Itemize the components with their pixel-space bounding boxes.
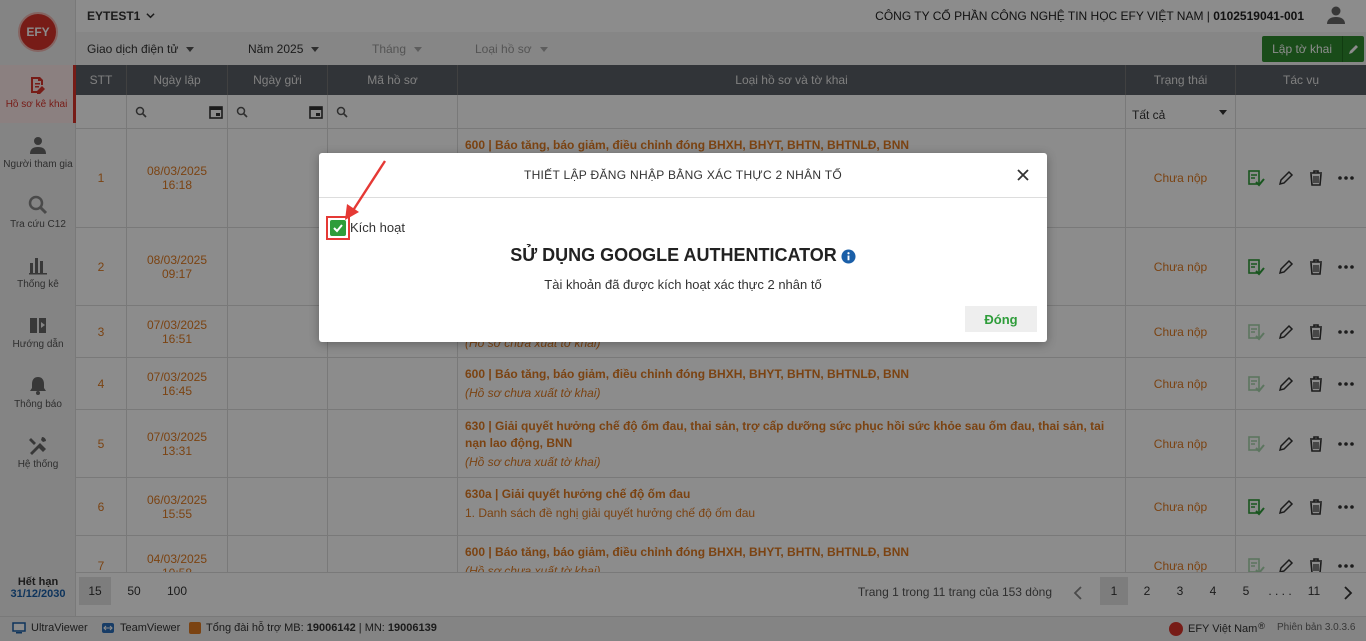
modal-title: THIẾT LẬP ĐĂNG NHẬP BẰNG XÁC THỰC 2 NHÂN… (319, 153, 1047, 198)
close-button[interactable]: Đóng (965, 306, 1037, 332)
two-factor-modal: THIẾT LẬP ĐĂNG NHẬP BẰNG XÁC THỰC 2 NHÂN… (319, 153, 1047, 342)
annotation-arrow-icon (345, 160, 387, 220)
activate-checkbox-label[interactable]: Kích hoạt (350, 220, 405, 235)
authenticator-heading: SỬ DỤNG GOOGLE AUTHENTICATOR (319, 245, 1047, 266)
close-icon[interactable] (1013, 165, 1033, 185)
authenticator-heading-text: SỬ DỤNG GOOGLE AUTHENTICATOR (510, 245, 837, 265)
info-icon[interactable] (841, 249, 856, 264)
authenticator-description: Tài khoản đã được kích hoạt xác thực 2 n… (544, 277, 822, 292)
check-icon (330, 220, 346, 236)
